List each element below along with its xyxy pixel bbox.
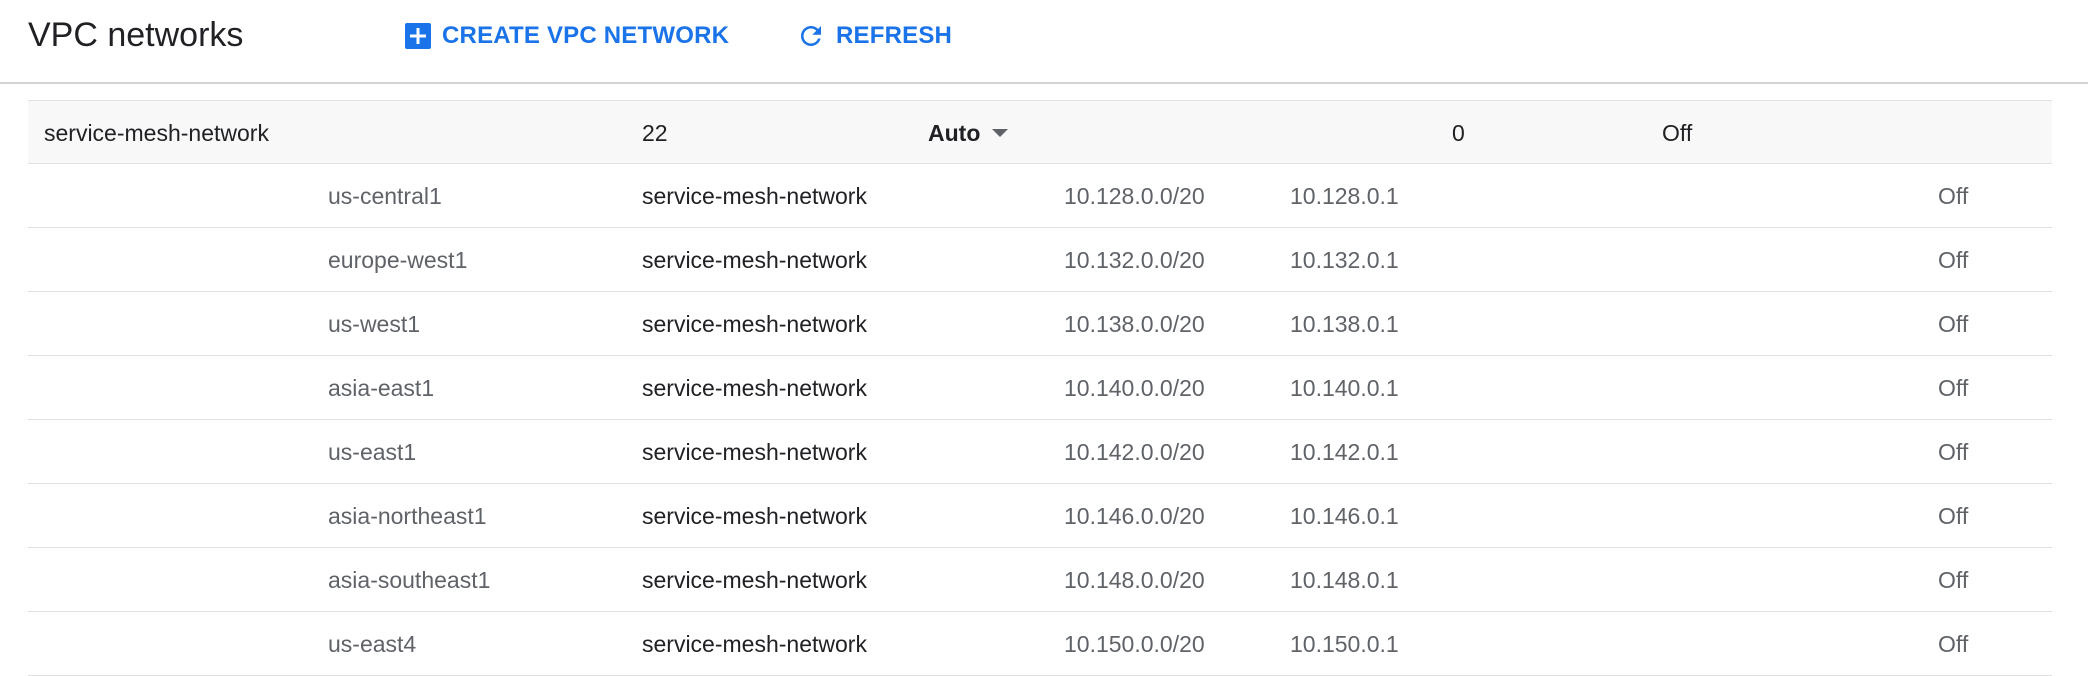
- firewall-rules-count: 0: [1452, 120, 1465, 146]
- subnet-network[interactable]: service-mesh-network: [642, 484, 867, 548]
- subnet-network[interactable]: service-mesh-network: [642, 228, 867, 292]
- refresh-label: REFRESH: [836, 22, 953, 49]
- subnet-region[interactable]: europe-west1: [328, 228, 467, 292]
- create-vpc-network-label: CREATE VPC NETWORK: [442, 22, 730, 49]
- subnet-network[interactable]: service-mesh-network: [642, 292, 867, 356]
- subnet-region[interactable]: us-central1: [328, 164, 442, 228]
- subnet-row[interactable]: us-central1 service-mesh-network 10.128.…: [28, 164, 2052, 228]
- page-title: VPC networks: [28, 16, 244, 54]
- refresh-button[interactable]: REFRESH: [796, 14, 952, 58]
- subnet-setting: Off: [1938, 439, 1969, 465]
- subnet-setting: Off: [1938, 631, 1969, 657]
- subnet-network[interactable]: service-mesh-network: [642, 164, 867, 228]
- subnet-region[interactable]: asia-southeast1: [328, 548, 490, 612]
- subnet-ip-range: 10.140.0.0/20: [1064, 375, 1205, 401]
- subnet-region[interactable]: asia-northeast1: [328, 484, 487, 548]
- subnet-gateway: 10.140.0.1: [1290, 375, 1399, 401]
- subnet-setting: Off: [1938, 311, 1969, 337]
- subnet-gateway: 10.148.0.1: [1290, 567, 1399, 593]
- subnet-setting: Off: [1938, 183, 1969, 209]
- subnet-setting: Off: [1938, 375, 1969, 401]
- subnet-region[interactable]: us-east4: [328, 612, 416, 676]
- subnet-row[interactable]: us-east4 service-mesh-network 10.150.0.0…: [28, 612, 2052, 676]
- subnet-ip-range: 10.142.0.0/20: [1064, 439, 1205, 465]
- subnet-network[interactable]: service-mesh-network: [642, 356, 867, 420]
- subnet-row[interactable]: asia-east1 service-mesh-network 10.140.0…: [28, 356, 2052, 420]
- create-vpc-network-button[interactable]: CREATE VPC NETWORK: [404, 14, 729, 58]
- subnet-ip-range: 10.150.0.0/20: [1064, 631, 1205, 657]
- mode-value: Auto: [928, 120, 981, 146]
- subnet-row[interactable]: europe-west1 service-mesh-network 10.132…: [28, 228, 2052, 292]
- subnet-row[interactable]: us-west1 service-mesh-network 10.138.0.0…: [28, 292, 2052, 356]
- refresh-icon: [796, 21, 826, 51]
- vpc-networks-table: service-mesh-network 22 Auto 0 Off us-ce…: [28, 100, 2052, 676]
- subnet-setting: Off: [1938, 503, 1969, 529]
- subnet-row[interactable]: us-east1 service-mesh-network 10.142.0.0…: [28, 420, 2052, 484]
- add-box-icon: [404, 22, 432, 50]
- subnet-gateway: 10.138.0.1: [1290, 311, 1399, 337]
- subnet-gateway: 10.128.0.1: [1290, 183, 1399, 209]
- network-name[interactable]: service-mesh-network: [44, 101, 269, 165]
- subnet-network[interactable]: service-mesh-network: [642, 612, 867, 676]
- subnet-gateway: 10.142.0.1: [1290, 439, 1399, 465]
- subnet-setting: Off: [1938, 247, 1969, 273]
- subnet-region[interactable]: asia-east1: [328, 356, 434, 420]
- subnet-gateway: 10.146.0.1: [1290, 503, 1399, 529]
- subnet-setting: Off: [1938, 567, 1969, 593]
- network-row[interactable]: service-mesh-network 22 Auto 0 Off: [28, 100, 2052, 164]
- caret-down-icon: [992, 129, 1009, 137]
- subnet-ip-range: 10.138.0.0/20: [1064, 311, 1205, 337]
- subnet-count: 22: [642, 120, 668, 146]
- subnet-region[interactable]: us-west1: [328, 292, 420, 356]
- subnet-row[interactable]: asia-northeast1 service-mesh-network 10.…: [28, 484, 2052, 548]
- subnet-ip-range: 10.132.0.0/20: [1064, 247, 1205, 273]
- network-setting: Off: [1662, 120, 1693, 146]
- subnet-region[interactable]: us-east1: [328, 420, 416, 484]
- subnet-gateway: 10.150.0.1: [1290, 631, 1399, 657]
- mode-dropdown[interactable]: Auto: [928, 101, 1009, 165]
- subnet-ip-range: 10.146.0.0/20: [1064, 503, 1205, 529]
- page-header: VPC networks CREATE VPC NETWORK REFRESH: [0, 0, 2088, 84]
- subnet-row[interactable]: asia-southeast1 service-mesh-network 10.…: [28, 548, 2052, 612]
- subnet-ip-range: 10.128.0.0/20: [1064, 183, 1205, 209]
- subnet-network[interactable]: service-mesh-network: [642, 420, 867, 484]
- subnet-network[interactable]: service-mesh-network: [642, 548, 867, 612]
- subnet-gateway: 10.132.0.1: [1290, 247, 1399, 273]
- subnet-ip-range: 10.148.0.0/20: [1064, 567, 1205, 593]
